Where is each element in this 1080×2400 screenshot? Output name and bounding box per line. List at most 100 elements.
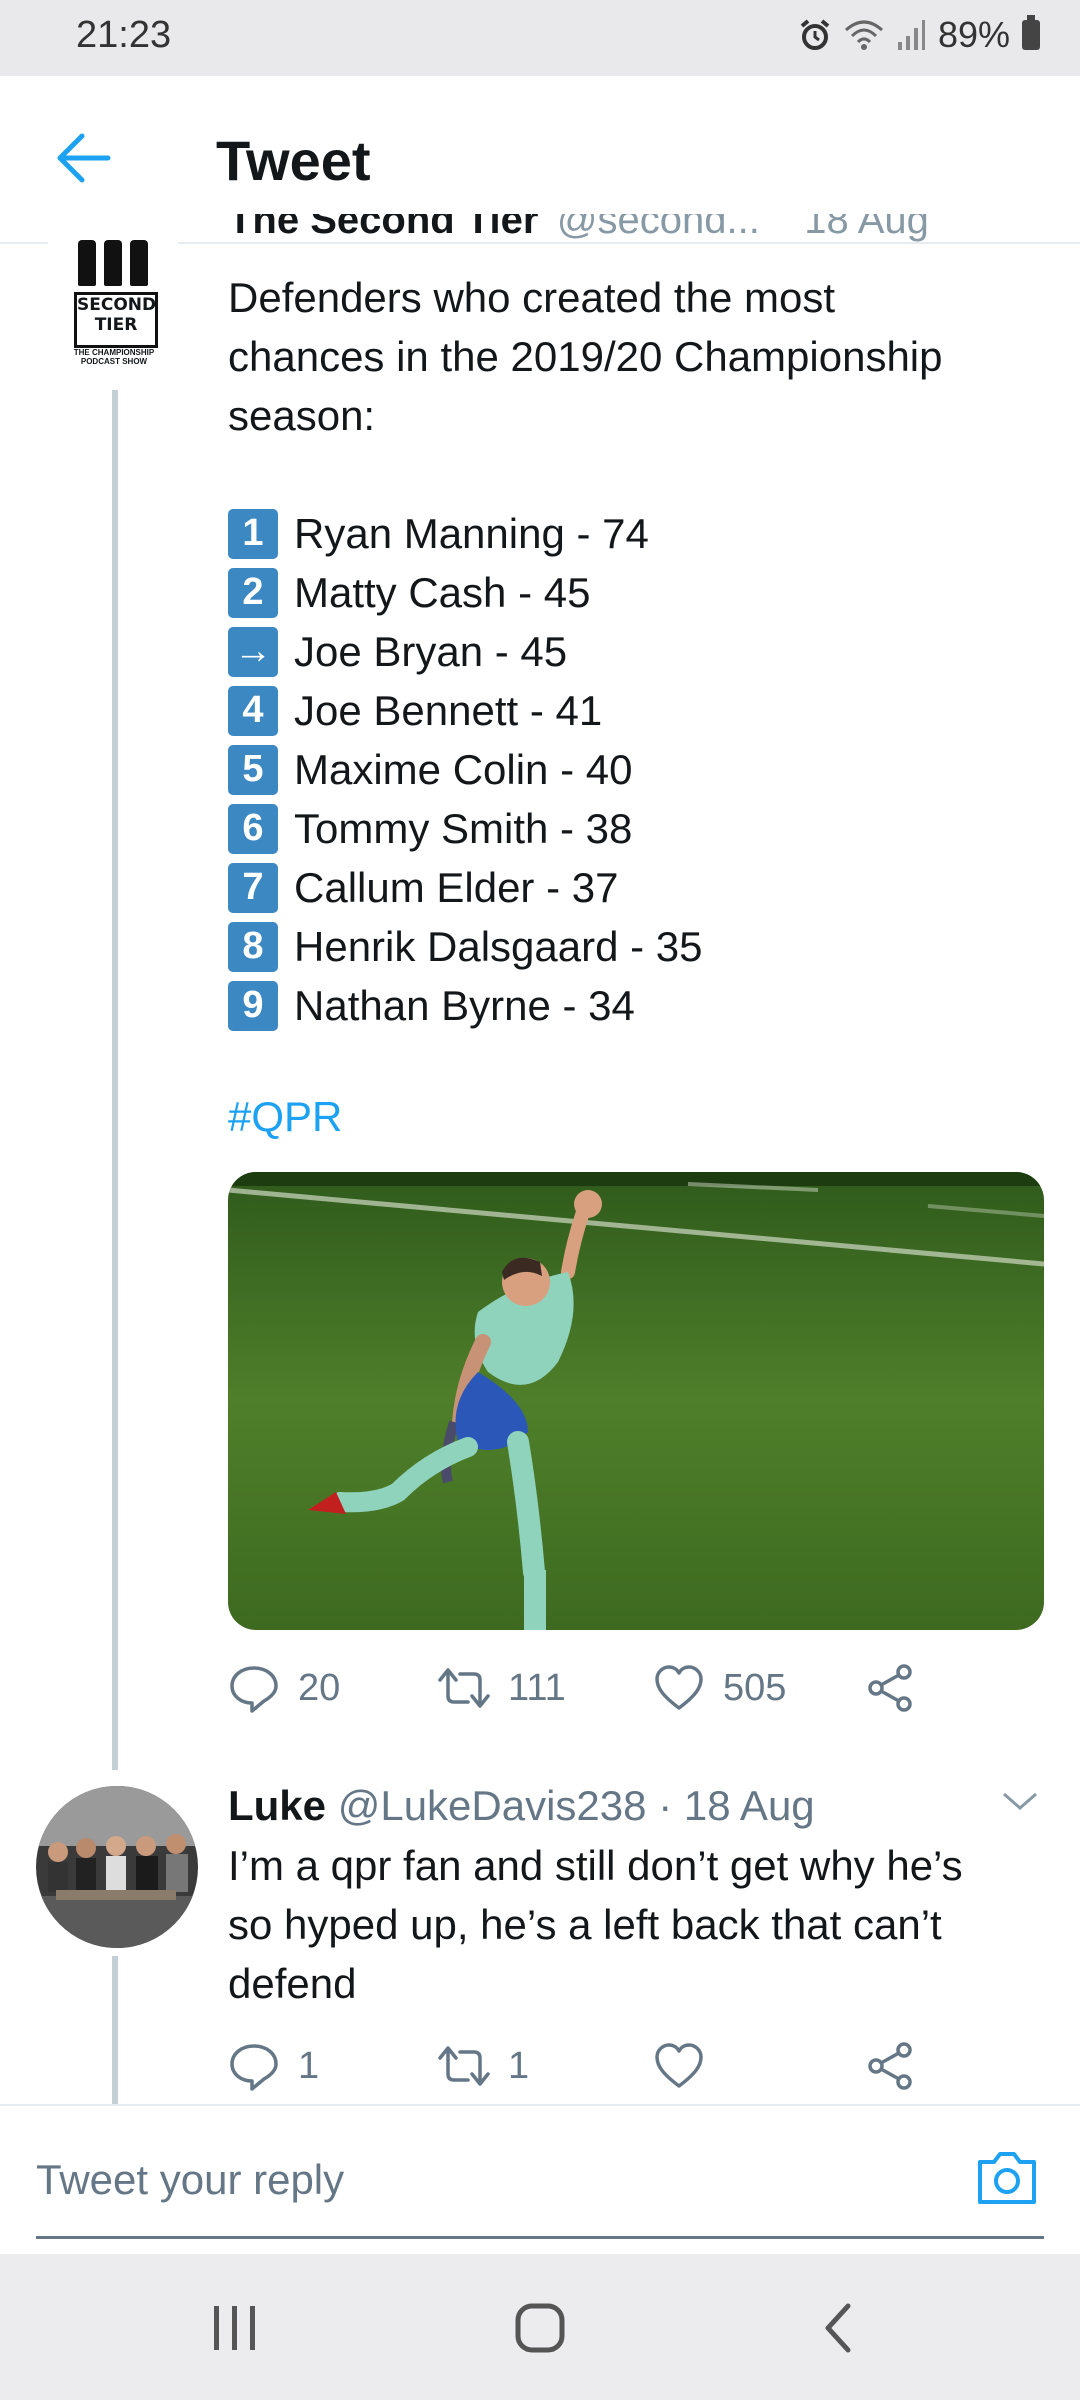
list-item-text: Callum Elder - 37 (294, 864, 619, 911)
tweet-author-line: The Second Tier @second... 18 Aug (228, 214, 1028, 254)
group-photo-image (36, 1786, 198, 1948)
hashtag-link[interactable]: #QPR (228, 1093, 342, 1141)
reply-action[interactable]: 20 (228, 1662, 340, 1714)
status-bar: 21:23 89% (0, 0, 1080, 76)
battery-percent: 89% (937, 14, 1010, 55)
retweet-icon (438, 2046, 490, 2086)
tweet-text-line: season: (228, 392, 376, 439)
tweet-media-image[interactable] (228, 1172, 1044, 1630)
logo-line: TIER (94, 315, 138, 335)
trophy-icon (130, 240, 148, 286)
tweet-text: Defenders who created the most chances i… (228, 268, 1018, 445)
thread-line (112, 390, 118, 1770)
reply-author-name[interactable]: Luke (228, 1782, 326, 1829)
keycap-6-icon: 6 (228, 803, 278, 854)
keycap-8-icon: 8 (228, 921, 278, 972)
heart-icon (655, 1665, 703, 1710)
like-action[interactable]: 505 (653, 1662, 786, 1714)
retweet-action[interactable]: 1 (438, 2040, 529, 2092)
list-item: 1 Ryan Manning - 74 (228, 504, 703, 563)
retweet-icon (438, 1668, 490, 1708)
tweet-author-name[interactable]: The Second Tier (228, 214, 538, 243)
list-item-text: Maxime Colin - 40 (294, 746, 633, 793)
share-icon (868, 2042, 912, 2090)
logo-subtitle: THE CHAMPIONSHIP PODCAST SHOW (73, 348, 155, 366)
reply-text-line: so hyped up, he’s a left back that can’t (228, 1901, 942, 1948)
logo-text: SECOND TIER (74, 292, 158, 348)
keycap-7-icon: 7 (228, 862, 278, 913)
list-item-text: Henrik Dalsgaard - 35 (294, 923, 703, 970)
share-icon (868, 1664, 912, 1712)
status-time: 21:23 (76, 14, 172, 56)
list-item-text: Joe Bennett - 41 (294, 687, 603, 734)
reply-action[interactable]: 1 (228, 2040, 319, 2092)
status-icons: 89% (798, 14, 1040, 56)
reply-author-avatar[interactable] (36, 1786, 198, 1948)
recent-apps-icon[interactable] (210, 2300, 260, 2356)
back-arrow-icon[interactable] (56, 132, 112, 184)
wifi-icon (844, 20, 883, 50)
list-item: 7 Callum Elder - 37 (228, 858, 703, 917)
page-title: Tweet (216, 129, 371, 192)
reply-input[interactable]: Tweet your reply (36, 2156, 344, 2204)
list-item: 5 Maxime Colin - 40 (228, 740, 703, 799)
tweet-action-bar: 20 111 505 (228, 1662, 1028, 1722)
keycap-5-icon: 5 (228, 744, 278, 795)
retweet-action[interactable]: 111 (438, 1662, 566, 1714)
heart-icon (655, 2043, 703, 2088)
keycap-4-icon: 4 (228, 685, 278, 736)
retweet-count: 1 (508, 2044, 530, 2087)
share-action[interactable] (864, 2040, 916, 2092)
back-nav-icon[interactable] (818, 2300, 858, 2356)
tweet-date: 18 Aug (804, 214, 929, 242)
keycap-1-icon: 1 (228, 508, 278, 559)
system-nav-bar (0, 2254, 1080, 2400)
reply-count: 20 (298, 1666, 341, 1709)
reply-composer: Tweet your reply (0, 2104, 1080, 2256)
reply-text-line: I’m a qpr fan and still don’t get why he… (228, 1842, 963, 1889)
trophy-icon (78, 240, 96, 286)
list-item-text: Nathan Byrne - 34 (294, 982, 635, 1029)
keycap-2-icon: 2 (228, 567, 278, 618)
reply-text: I’m a qpr fan and still don’t get why he… (228, 1836, 1028, 2013)
share-action[interactable] (864, 1662, 916, 1714)
logo-line: SECOND (77, 295, 157, 315)
trophy-icon (104, 240, 122, 286)
chevron-down-icon[interactable] (1000, 1786, 1040, 1816)
reply-text-line: defend (228, 1960, 357, 2007)
reply-icon (230, 1666, 278, 1713)
defenders-list: 1 Ryan Manning - 74 2 Matty Cash - 45 → Joe… (228, 504, 703, 1035)
list-item-text: Ryan Manning - 74 (294, 510, 649, 557)
reply-count: 1 (298, 2044, 320, 2087)
reply-separator: · (658, 1782, 673, 1829)
keycap-9-icon: 9 (228, 980, 278, 1031)
list-item: 4 Joe Bennett - 41 (228, 681, 703, 740)
list-item: 9 Nathan Byrne - 34 (228, 976, 703, 1035)
author-avatar[interactable]: SECOND TIER THE CHAMPIONSHIP PODCAST SHO… (48, 236, 178, 366)
list-item: → Joe Bryan - 45 (228, 622, 703, 681)
like-action[interactable] (653, 2040, 705, 2092)
list-item: 8 Henrik Dalsgaard - 35 (228, 917, 703, 976)
signal-icon (897, 20, 925, 50)
like-count: 505 (723, 1666, 787, 1709)
retweet-count: 111 (508, 1666, 566, 1709)
list-item: 2 Matty Cash - 45 (228, 563, 703, 622)
reply-author-line: Luke @LukeDavis238 · 18 Aug (228, 1780, 1028, 1832)
player-celebration-image (228, 1172, 1044, 1630)
right-arrow-icon: → (228, 626, 278, 677)
thread-line (112, 1956, 118, 2106)
list-item-text: Joe Bryan - 45 (294, 628, 568, 675)
camera-icon[interactable] (974, 2148, 1040, 2208)
reply-author-handle: @LukeDavis238 (337, 1782, 647, 1829)
reply-icon (230, 2044, 278, 2091)
list-item-text: Tommy Smith - 38 (294, 805, 633, 852)
list-item-text: Matty Cash - 45 (294, 569, 591, 616)
tweet-text-line: Defenders who created the most (228, 274, 835, 321)
tweet-text-line: chances in the 2019/20 Championship (228, 333, 943, 380)
input-underline (36, 2236, 1044, 2239)
battery-icon (1022, 15, 1040, 50)
reply-date: 18 Aug (683, 1782, 815, 1829)
reply-action-bar: 1 1 (228, 2040, 1028, 2100)
home-icon[interactable] (512, 2300, 568, 2356)
list-item: 6 Tommy Smith - 38 (228, 799, 703, 858)
